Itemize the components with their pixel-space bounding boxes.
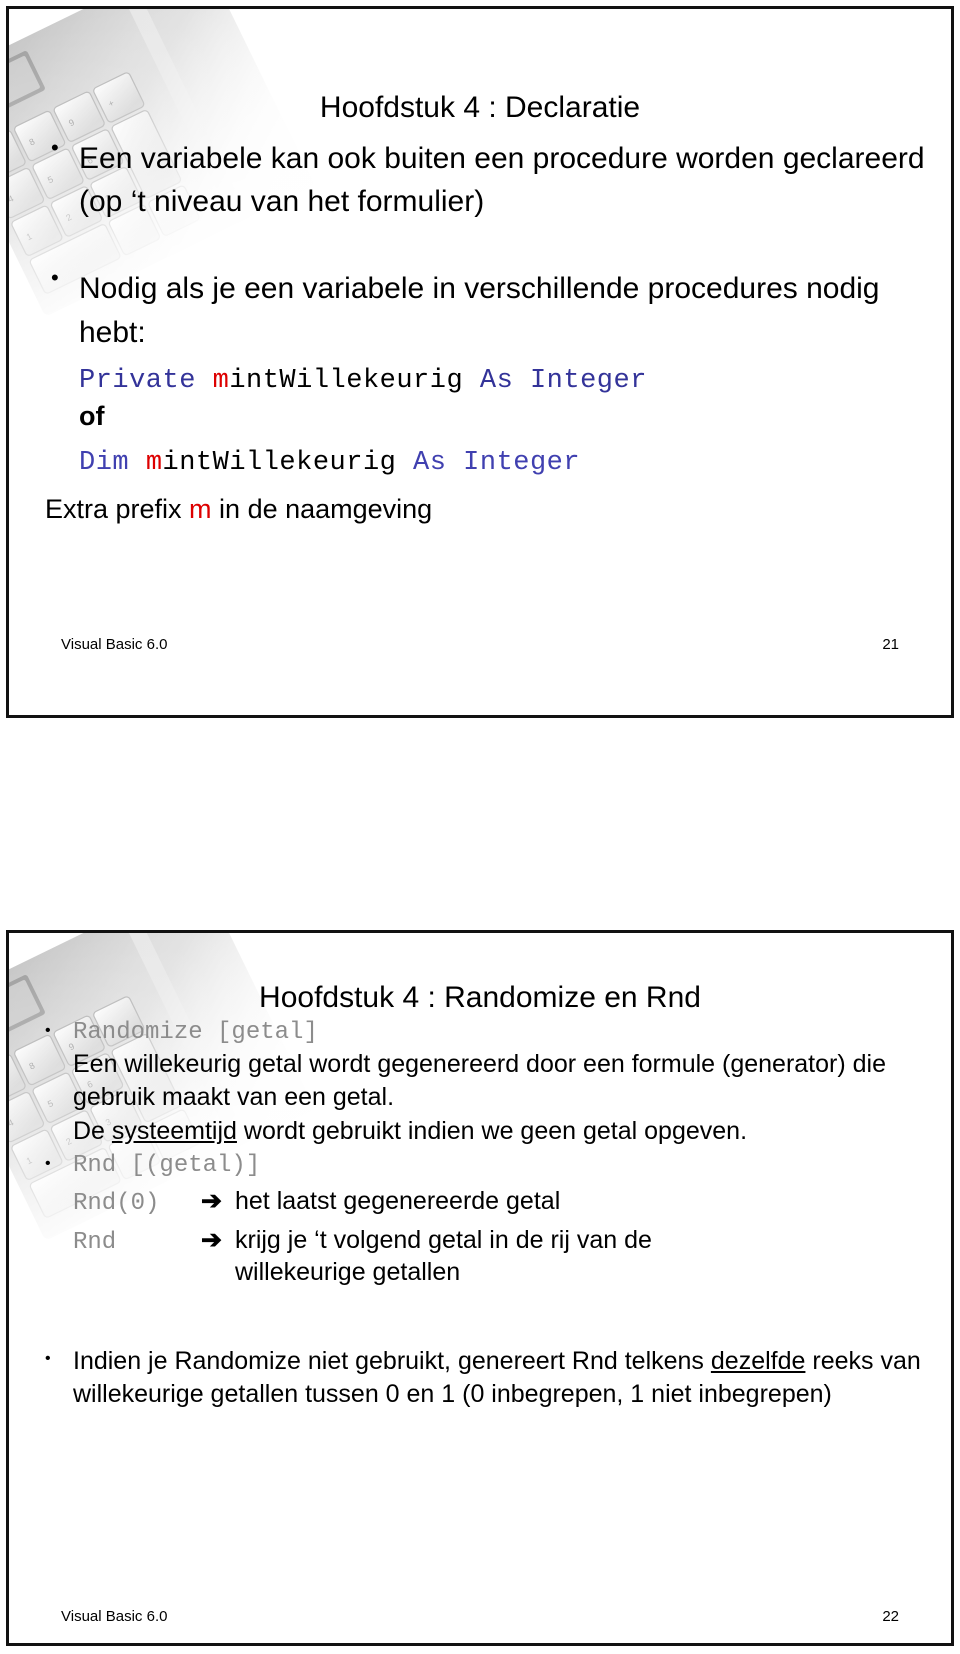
slide-1-content: Hoofdstuk 4 : Declaratie • Een variabele…: [9, 9, 951, 715]
slide-randomize-rnd: 78 9+ 45 6 12 3 Hoofdstuk 4 : Randomize …: [6, 930, 954, 1646]
note-underlined-term: dezelfde: [710, 1346, 806, 1375]
prefix-note: Extra prefix m in de naamgeving: [45, 492, 937, 527]
arrow-right-icon: ➔: [201, 1187, 222, 1216]
slide-2-body: • Randomize [getal] Een willekeurig geta…: [39, 1017, 937, 1411]
code-rnd: Rnd: [73, 1228, 117, 1256]
bullet-content: Rnd [(getal)] Rnd(0) ➔ het laatst gegene…: [73, 1150, 937, 1289]
handout-page: 78 9+ 45 6 12 3 Hoofdstuk 4 : Declaratie: [0, 0, 960, 1654]
code-identifier: intWillekeurig: [162, 448, 397, 479]
prefix-note-pre: Extra prefix: [45, 494, 190, 525]
code-randomize-syntax: Randomize [getal]: [73, 1019, 318, 1046]
page-title: Hoofdstuk 4 : Declaratie: [319, 91, 641, 125]
bullet-item: • Randomize [getal] Een willekeurig geta…: [39, 1017, 937, 1148]
randomize-systemtime-note: De systeemtijd wordt gebruikt indien we …: [73, 1115, 937, 1148]
note-pre: Indien je Randomize niet gebruikt, gener…: [73, 1346, 711, 1375]
bullet-content: Randomize [getal] Een willekeurig getal …: [73, 1017, 937, 1148]
bullet-marker-icon: •: [45, 1154, 51, 1172]
code-prefix-m: m: [145, 448, 163, 479]
code-keyword-private: Private: [79, 365, 213, 396]
randomize-omitted-note: Indien je Randomize niet gebruikt, gener…: [73, 1345, 937, 1412]
rnd-zero-row: Rnd(0) ➔ het laatst gegenereerde getal: [73, 1185, 937, 1218]
note-post: wordt gebruikt indien we geen getal opge…: [236, 1116, 748, 1145]
code-block: Private mintWillekeurig As Integer of Di…: [79, 364, 937, 482]
bullet-text: Een variabele kan ook buiten een procedu…: [79, 142, 925, 219]
code-line-dim: Dim mintWillekeurig As Integer: [79, 446, 937, 482]
note-pre: De: [73, 1116, 112, 1145]
footer-page-number: 22: [882, 1608, 899, 1625]
code-identifier: intWillekeurig: [229, 365, 464, 396]
prefix-note-post: in de naamgeving: [211, 494, 433, 525]
code-alternative-label: of: [79, 401, 105, 432]
code-rnd-syntax: Rnd [(getal)]: [73, 1151, 261, 1179]
slide-footer: Visual Basic 6.0 22: [9, 1608, 951, 1625]
bullet-text: Nodig als je een variabele in verschille…: [79, 272, 880, 349]
page-title: Hoofdstuk 4 : Randomize en Rnd: [259, 981, 701, 1015]
rnd-row: Rnd ➔ krijg je ‘t volgend getal in de ri…: [73, 1224, 937, 1257]
code-keyword-dim: Dim: [79, 448, 146, 479]
code-keyword-as-integer: As Integer: [396, 448, 581, 479]
bullet-item: • Rnd [(getal)] Rnd(0) ➔ het laatst gege…: [39, 1150, 937, 1289]
slide-2-content: Hoofdstuk 4 : Randomize en Rnd • Randomi…: [9, 933, 951, 1643]
slide-footer: Visual Basic 6.0 21: [9, 636, 951, 653]
randomize-description: Een willekeurig getal wordt gegenereerd …: [73, 1050, 886, 1112]
rnd-description-continued: willekeurige getallen: [235, 1258, 461, 1287]
rnd-zero-description: het laatst gegenereerde getal: [235, 1187, 561, 1216]
bullet-marker-icon: •: [45, 1022, 51, 1039]
bullet-item: • Nodig als je een variabele in verschil…: [45, 267, 937, 353]
code-keyword-as-integer: As Integer: [463, 365, 647, 396]
bullet-marker-icon: •: [51, 135, 59, 160]
code-line-private: Private mintWillekeurig As Integer: [79, 364, 937, 400]
bullet-marker-icon: •: [51, 265, 59, 291]
footer-page-number: 21: [882, 636, 899, 653]
bullet-marker-icon: •: [45, 1349, 51, 1367]
footer-label: Visual Basic 6.0: [61, 636, 168, 653]
code-rnd-zero: Rnd(0): [73, 1190, 160, 1218]
note-underlined-term: systeemtijd: [111, 1116, 237, 1145]
prefix-note-letter: m: [189, 494, 212, 525]
arrow-right-icon: ➔: [201, 1225, 222, 1254]
code-prefix-m: m: [212, 365, 230, 396]
slide-1-body: • Een variabele kan ook buiten een proce…: [45, 137, 937, 527]
bullet-item: • Een variabele kan ook buiten een proce…: [45, 137, 937, 223]
footer-label: Visual Basic 6.0: [61, 1608, 168, 1625]
slide-declaratie: 78 9+ 45 6 12 3 Hoofdstuk 4 : Declaratie: [6, 6, 954, 718]
rnd-description: krijg je ‘t volgend getal in de rij van …: [235, 1225, 652, 1254]
bullet-item: • Indien je Randomize niet gebruikt, gen…: [39, 1345, 937, 1412]
